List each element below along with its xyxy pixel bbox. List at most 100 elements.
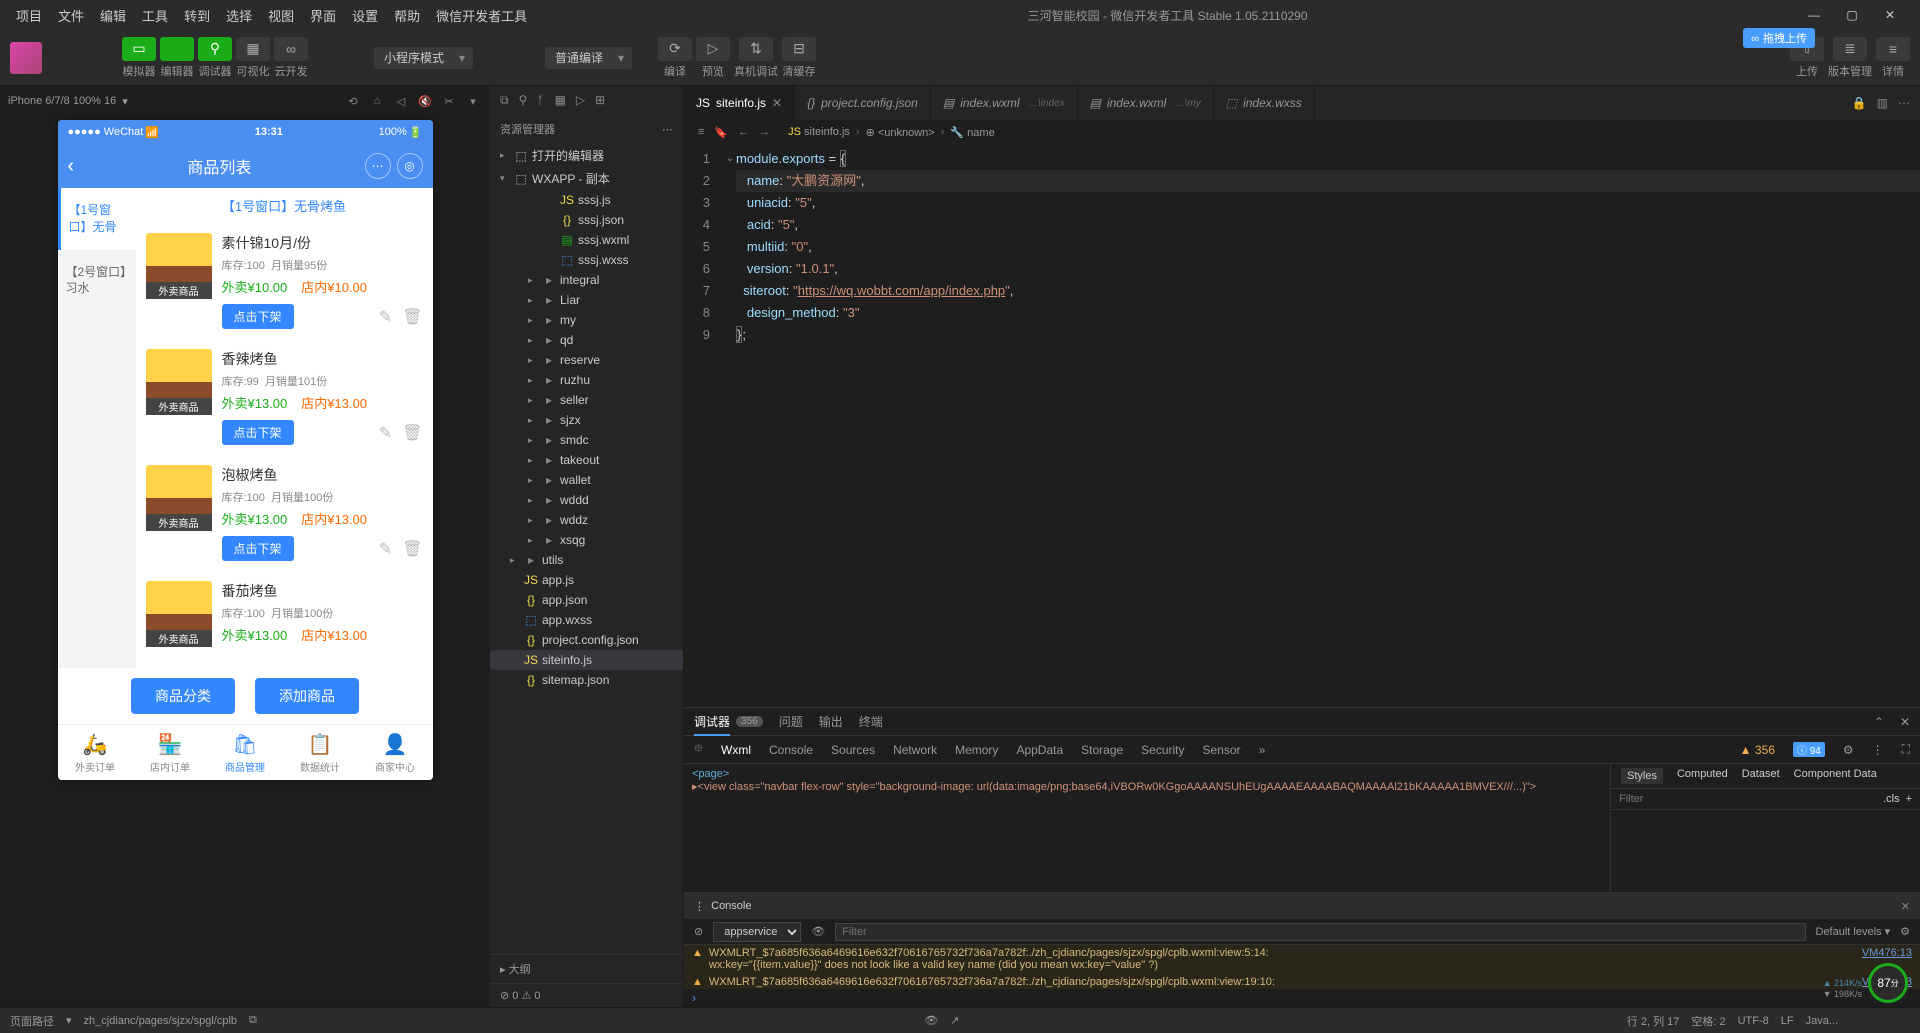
- tree-wallet[interactable]: ▸▸wallet: [490, 470, 683, 490]
- dt-menu-icon[interactable]: ⋮: [1872, 743, 1884, 757]
- ed-bookmark-icon[interactable]: 🔖: [714, 126, 728, 139]
- compile-select[interactable]: 普通编译: [545, 47, 632, 69]
- device-label[interactable]: iPhone 6/7/8 100% 16: [8, 95, 116, 107]
- delete-icon[interactable]: 🗑: [402, 423, 422, 443]
- ed-list-icon[interactable]: ≡: [698, 126, 704, 138]
- tree-my[interactable]: ▸▸my: [490, 310, 683, 330]
- nav-back-icon[interactable]: ‹: [68, 155, 75, 178]
- edit-icon[interactable]: ✎: [379, 307, 392, 327]
- tree-WXAPP - 副本[interactable]: ▾⬚WXAPP - 副本: [490, 167, 683, 190]
- home-icon[interactable]: ⌂: [368, 95, 386, 107]
- tree-xsqg[interactable]: ▸▸xsqg: [490, 530, 683, 550]
- tree-wddz[interactable]: ▸▸wddz: [490, 510, 683, 530]
- mode-select[interactable]: 小程序模式: [374, 47, 473, 69]
- category-button[interactable]: 商品分类: [131, 678, 235, 714]
- styles-tab[interactable]: Styles: [1621, 768, 1663, 784]
- tb-详情[interactable]: ≡详情: [1876, 37, 1910, 79]
- compdata-tab[interactable]: Component Data: [1794, 768, 1877, 784]
- add-style-icon[interactable]: +: [1906, 793, 1912, 805]
- con-clear-icon[interactable]: ⊘: [694, 925, 703, 938]
- back-icon[interactable]: ◁: [392, 95, 410, 108]
- computed-tab[interactable]: Computed: [1677, 768, 1728, 784]
- warn-count[interactable]: ▲ 356: [1740, 743, 1775, 757]
- tree-app.js[interactable]: JSapp.js: [490, 570, 683, 590]
- panel-more-icon[interactable]: »: [1259, 743, 1266, 757]
- explorer-branch-icon[interactable]: ᚶ: [537, 93, 544, 107]
- close-icon[interactable]: ✕: [1876, 8, 1904, 22]
- devtab-problems[interactable]: 问题: [779, 713, 803, 730]
- outline-label[interactable]: ▸ 大纲: [500, 964, 531, 976]
- dt-gear-icon[interactable]: ⚙: [1843, 743, 1854, 757]
- tree-sjzx[interactable]: ▸▸sjzx: [490, 410, 683, 430]
- console-filter-input[interactable]: [835, 923, 1805, 941]
- explorer-search-icon[interactable]: ⚲: [519, 93, 528, 107]
- tb-真机调试[interactable]: ⇅真机调试: [734, 37, 778, 79]
- tree-smdc[interactable]: ▸▸smdc: [490, 430, 683, 450]
- tree-qd[interactable]: ▸▸qd: [490, 330, 683, 350]
- cls-toggle[interactable]: .cls: [1883, 793, 1900, 805]
- explorer-run-icon[interactable]: ▷: [576, 93, 585, 107]
- upload-hint[interactable]: 拖拽上传: [1743, 28, 1815, 48]
- tb-模拟器[interactable]: ▭模拟器: [122, 37, 156, 79]
- copy-path-icon[interactable]: ⧉: [249, 1014, 257, 1027]
- tb-预览[interactable]: ▷预览: [696, 37, 730, 79]
- console-prompt[interactable]: ›: [684, 989, 1920, 1007]
- tb-调试器[interactable]: ⚲调试器: [198, 37, 232, 79]
- menu-tool[interactable]: 工具: [134, 6, 176, 25]
- panel-sensor[interactable]: Sensor: [1203, 743, 1241, 757]
- tabbar-店内订单[interactable]: 🏪店内订单: [133, 725, 208, 780]
- tree-sssj.js[interactable]: JSsssj.js: [490, 190, 683, 210]
- category-item[interactable]: 【2号窗口】习水: [58, 250, 136, 312]
- panel-appdata[interactable]: AppData: [1016, 743, 1063, 757]
- tb-可视化[interactable]: ▦可视化: [236, 37, 270, 79]
- unlist-button[interactable]: 点击下架: [222, 420, 294, 445]
- cut-icon[interactable]: ✂: [440, 95, 458, 108]
- tree-Liar[interactable]: ▸▸Liar: [490, 290, 683, 310]
- unlist-button[interactable]: 点击下架: [222, 536, 294, 561]
- inspect-icon[interactable]: ⯐: [694, 739, 703, 760]
- tb-编译[interactable]: ⟳编译: [658, 37, 692, 79]
- tree-wddd[interactable]: ▸▸wddd: [490, 490, 683, 510]
- context-select[interactable]: appservice: [713, 922, 801, 942]
- editor-tab[interactable]: ⬚index.wxss: [1214, 86, 1315, 120]
- explorer-bug-icon[interactable]: ⊞: [595, 93, 605, 107]
- tree-app.json[interactable]: {}app.json: [490, 590, 683, 610]
- tabbar-外卖订单[interactable]: 🛵外卖订单: [58, 725, 133, 780]
- ed-back-icon[interactable]: ←: [738, 126, 749, 138]
- rotate-icon[interactable]: ⟲: [344, 95, 362, 108]
- menu-project[interactable]: 项目: [8, 6, 50, 25]
- tab-split-icon[interactable]: ▥: [1877, 96, 1888, 110]
- tabbar-商家中心[interactable]: 👤商家中心: [358, 725, 433, 780]
- tree-app.wxss[interactable]: ⬚app.wxss: [490, 610, 683, 630]
- menu-help[interactable]: 帮助: [386, 6, 428, 25]
- delete-icon[interactable]: 🗑: [402, 307, 422, 327]
- tree-sssj.json[interactable]: {}sssj.json: [490, 210, 683, 230]
- minimize-icon[interactable]: —: [1800, 8, 1828, 22]
- panel-wxml[interactable]: Wxml: [721, 743, 751, 757]
- tree-takeout[interactable]: ▸▸takeout: [490, 450, 683, 470]
- editor-tab[interactable]: ▤index.wxml...\my: [1078, 86, 1214, 120]
- editor-tab[interactable]: JSsiteinfo.js✕: [684, 86, 795, 120]
- panel-sources[interactable]: Sources: [831, 743, 875, 757]
- devtab-output[interactable]: 输出: [819, 713, 843, 730]
- menu-goto[interactable]: 转到: [176, 6, 218, 25]
- tb-版本管理[interactable]: ≣版本管理: [1828, 37, 1872, 79]
- capsule-menu-icon[interactable]: ⋯: [365, 153, 391, 179]
- style-filter-input[interactable]: [1619, 793, 1877, 805]
- indent[interactable]: 空格: 2: [1691, 1013, 1725, 1029]
- perf-score[interactable]: 87分: [1868, 963, 1908, 1003]
- edit-icon[interactable]: ✎: [379, 539, 392, 559]
- tabbar-数据统计[interactable]: 📋数据统计: [283, 725, 358, 780]
- maximize-icon[interactable]: ▢: [1838, 8, 1866, 22]
- tree-integral[interactable]: ▸▸integral: [490, 270, 683, 290]
- tb-云开发[interactable]: ∞云开发: [274, 37, 308, 79]
- tab-lock-icon[interactable]: 🔒: [1852, 96, 1867, 110]
- add-product-button[interactable]: 添加商品: [255, 678, 359, 714]
- tab-more-icon[interactable]: ⋯: [1898, 96, 1910, 110]
- more-icon[interactable]: ▾: [464, 95, 482, 108]
- editor-tab[interactable]: ▤index.wxml...\index: [931, 86, 1078, 120]
- menu-file[interactable]: 文件: [50, 6, 92, 25]
- edit-icon[interactable]: ✎: [379, 423, 392, 443]
- lang[interactable]: Java...: [1806, 1015, 1838, 1027]
- eye-icon[interactable]: 👁: [924, 1014, 938, 1027]
